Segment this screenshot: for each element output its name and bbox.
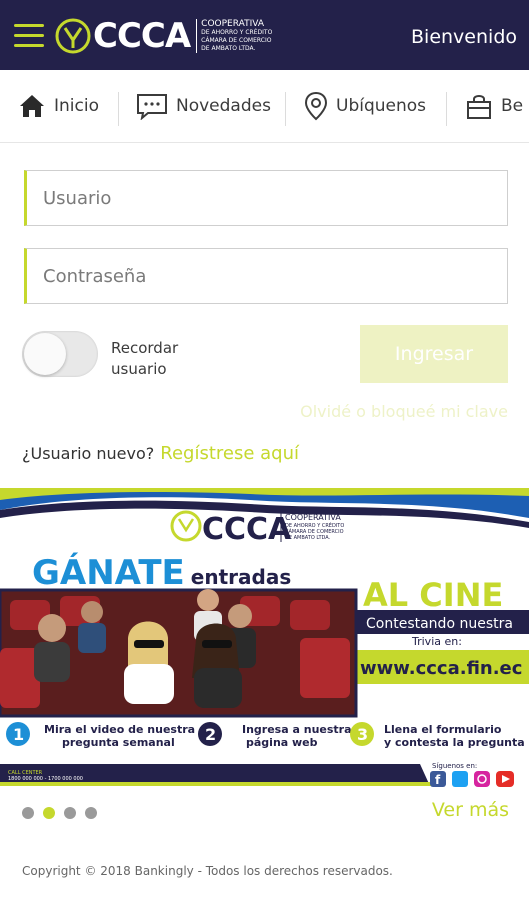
promo-banner[interactable]: CCCA COOPERATIVA DE AHORRO Y CRÉDITO CÁM…: [0, 488, 529, 792]
logo-subtitle: COOPERATIVA DE AHORRO Y CRÉDITO CÁMARA D…: [196, 19, 272, 53]
svg-text:f: f: [435, 773, 441, 787]
map-pin-icon: [304, 91, 328, 121]
copyright-text: Copyright © 2018 Bankingly - Todos los d…: [22, 864, 393, 878]
banner-step-1: 1 Mira el video de nuestra pregunta sema…: [6, 722, 195, 749]
banner-headline: GÁNATE entradas: [32, 552, 291, 593]
banner-step-1-line-1: Mira el video de nuestra: [44, 723, 195, 736]
register-link[interactable]: Regístrese aquí: [160, 443, 299, 464]
carousel-dot[interactable]: [85, 807, 97, 819]
instagram-icon: [474, 771, 490, 787]
banner-step-2-num: 2: [205, 725, 216, 744]
siguenos-label: Síguenos en:: [432, 762, 477, 770]
top-bar: CCCA COOPERATIVA DE AHORRO Y CRÉDITO CÁM…: [0, 0, 529, 70]
new-user-label: ¿Usuario nuevo?: [22, 444, 155, 463]
brand-logo: CCCA COOPERATIVA DE AHORRO Y CRÉDITO CÁM…: [55, 16, 272, 56]
twitter-icon: [452, 771, 468, 787]
banner-step-3-line-1: Llena el formulario: [384, 723, 502, 736]
banner-step-1-line-2: pregunta semanal: [62, 736, 175, 749]
banner-step-2: 2 Ingresa a nuestra página web: [198, 722, 352, 749]
bag-icon: [467, 95, 491, 119]
remember-user-toggle[interactable]: [22, 331, 98, 377]
contestando-text: Contestando nuestra: [366, 616, 513, 632]
password-input[interactable]: [27, 249, 507, 303]
banner-logo-sub-4: DE AMBATO LTDA.: [285, 535, 331, 541]
banner-step-3-num: 3: [357, 725, 368, 744]
banner-step-3: 3 Llena el formulario y contesta la preg…: [350, 722, 525, 749]
forgot-password-link[interactable]: Olvidé o bloqueé mi clave: [300, 402, 508, 421]
carousel-dots: [22, 807, 97, 819]
new-user-row: ¿Usuario nuevo? Regístrese aquí: [22, 443, 299, 464]
callcenter-numbers: 1800 000 000 - 1700 000 000: [8, 776, 83, 782]
chat-icon: [137, 94, 167, 120]
banner-url-text: www.ccca.fin.ec: [360, 658, 522, 679]
banner-logo-text: CCCA: [202, 512, 292, 547]
welcome-text: Bienvenido: [411, 26, 517, 48]
tab-novedades[interactable]: Novedades: [136, 70, 271, 142]
banner-logo-sub-2: DE AHORRO Y CRÉDITO: [285, 521, 344, 529]
al-cine-text: AL CINE: [363, 576, 503, 614]
carousel-dot[interactable]: [22, 807, 34, 819]
toggle-knob: [24, 333, 66, 375]
banner-logo-sub-1: COOPERATIVA: [285, 513, 341, 522]
password-field[interactable]: [24, 248, 508, 304]
banner-step-2-line-2: página web: [246, 736, 318, 749]
banner-step-3-line-2: y contesta la pregunta: [384, 736, 525, 749]
remember-user-label: Recordar usuario: [111, 339, 179, 378]
banner-step-1-num: 1: [13, 725, 24, 744]
tab-beneficios[interactable]: Be: [465, 70, 523, 142]
trivia-text: Trivia en:: [411, 635, 462, 648]
username-field[interactable]: [24, 170, 508, 226]
username-input[interactable]: [27, 171, 507, 225]
logo-mark-icon: [55, 18, 91, 54]
tab-inicio[interactable]: Inicio: [18, 70, 99, 142]
logo-text: CCCA: [93, 16, 191, 56]
nav-tabs: Inicio Novedades Ubíquenos Be: [0, 70, 529, 143]
carousel-dot[interactable]: [64, 807, 76, 819]
login-button[interactable]: Ingresar: [360, 325, 508, 383]
carousel-dot-active[interactable]: [43, 807, 55, 819]
home-icon: [20, 95, 44, 117]
promo-banner-art: CCCA COOPERATIVA DE AHORRO Y CRÉDITO CÁM…: [0, 488, 529, 787]
see-more-link[interactable]: Ver más: [432, 799, 509, 821]
banner-logo-sub-3: CÁMARA DE COMERCIO: [285, 528, 344, 535]
hamburger-menu-icon[interactable]: [14, 24, 44, 48]
tab-ubiquenos[interactable]: Ubíquenos: [304, 70, 426, 142]
banner-step-2-line-1: Ingresa a nuestra: [242, 723, 352, 736]
